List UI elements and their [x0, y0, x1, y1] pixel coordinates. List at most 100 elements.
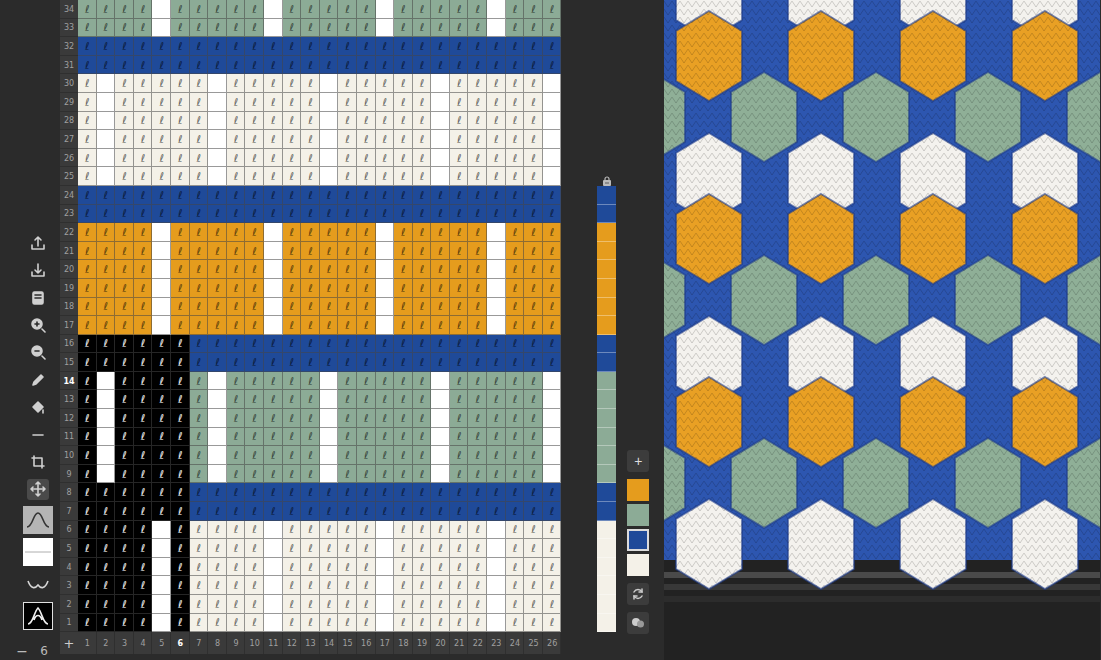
chart-cell[interactable]: ℓ [283, 74, 302, 93]
chart-cell[interactable]: ℓ [376, 37, 395, 56]
chart-cell[interactable]: ℓ [468, 558, 487, 577]
chart-cell[interactable]: ℓ [78, 483, 97, 502]
chart-cell[interactable]: ℓ [376, 502, 395, 521]
chart-cell[interactable]: ℓ [283, 205, 302, 224]
chart-cell[interactable]: ℓ [338, 390, 357, 409]
chart-cell[interactable]: ℓ [357, 465, 376, 484]
chart-cell[interactable]: ℓ [134, 390, 153, 409]
chart-cell[interactable]: ℓ [134, 595, 153, 614]
chart-cell[interactable]: ℓ [227, 595, 246, 614]
chart-cell[interactable]: ℓ [357, 614, 376, 633]
chart-cell[interactable]: ℓ [394, 372, 413, 391]
chart-cell[interactable] [543, 465, 562, 484]
chart-cell[interactable]: ℓ [357, 298, 376, 317]
chart-cell[interactable]: ℓ [524, 56, 543, 75]
chart-cell[interactable] [97, 428, 116, 447]
chart-cell[interactable]: ℓ [208, 19, 227, 38]
chart-cell[interactable]: ℓ [264, 335, 283, 354]
chart-cell[interactable]: ℓ [227, 390, 246, 409]
chart-cell[interactable] [376, 558, 395, 577]
chart-cell[interactable]: ℓ [524, 353, 543, 372]
chart-cell[interactable]: ℓ [190, 19, 209, 38]
chart-cell[interactable] [152, 595, 171, 614]
chart-cell[interactable]: ℓ [468, 149, 487, 168]
chart-cell[interactable]: ℓ [506, 74, 525, 93]
chart-cell[interactable]: ℓ [487, 186, 506, 205]
chart-cell[interactable]: ℓ [264, 483, 283, 502]
yarn-bar-cell[interactable] [597, 614, 616, 633]
chart-cell[interactable]: ℓ [320, 37, 339, 56]
chart-cell[interactable]: ℓ [245, 167, 264, 186]
chart-cell[interactable]: ℓ [468, 74, 487, 93]
chart-cell[interactable] [97, 130, 116, 149]
chart-cell[interactable]: ℓ [134, 19, 153, 38]
chart-cell[interactable]: ℓ [431, 576, 450, 595]
chart-cell[interactable]: ℓ [450, 390, 469, 409]
chart-cell[interactable]: ℓ [431, 260, 450, 279]
chart-cell[interactable]: ℓ [543, 242, 562, 261]
chart-cell[interactable]: ℓ [115, 130, 134, 149]
chart-cell[interactable]: ℓ [78, 260, 97, 279]
chart-cell[interactable]: ℓ [301, 130, 320, 149]
chart-cell[interactable]: ℓ [487, 390, 506, 409]
chart-cell[interactable]: ℓ [543, 521, 562, 540]
chart-cell[interactable]: ℓ [320, 186, 339, 205]
chart-cell[interactable] [97, 465, 116, 484]
chart-cell[interactable]: ℓ [190, 260, 209, 279]
chart-cell[interactable]: ℓ [227, 149, 246, 168]
chart-cell[interactable] [320, 372, 339, 391]
chart-cell[interactable]: ℓ [338, 37, 357, 56]
chart-cell[interactable]: ℓ [227, 0, 246, 19]
chart-cell[interactable]: ℓ [171, 93, 190, 112]
chart-cell[interactable]: ℓ [115, 186, 134, 205]
chart-cell[interactable]: ℓ [245, 19, 264, 38]
chart-cell[interactable]: ℓ [431, 502, 450, 521]
chart-cell[interactable]: ℓ [394, 316, 413, 335]
chart-cell[interactable]: ℓ [394, 205, 413, 224]
chart-cell[interactable]: ℓ [97, 614, 116, 633]
chart-cell[interactable]: ℓ [264, 502, 283, 521]
chart-cell[interactable]: ℓ [208, 614, 227, 633]
chart-cell[interactable]: ℓ [506, 558, 525, 577]
chart-cell[interactable] [431, 465, 450, 484]
chart-cell[interactable]: ℓ [134, 316, 153, 335]
chart-cell[interactable]: ℓ [431, 539, 450, 558]
chart-cell[interactable]: ℓ [115, 167, 134, 186]
chart-cell[interactable]: ℓ [264, 446, 283, 465]
chart-cell[interactable]: ℓ [208, 0, 227, 19]
chart-cell[interactable]: ℓ [320, 223, 339, 242]
chart-cell[interactable]: ℓ [320, 558, 339, 577]
yarn-bar-cell[interactable] [597, 186, 616, 205]
yarn-bar-cell[interactable] [597, 37, 616, 56]
chart-cell[interactable]: ℓ [357, 446, 376, 465]
chart-cell[interactable] [487, 521, 506, 540]
chart-cell[interactable] [320, 167, 339, 186]
chart-cell[interactable]: ℓ [450, 595, 469, 614]
chart-cell[interactable] [376, 595, 395, 614]
chart-cell[interactable]: ℓ [394, 502, 413, 521]
chart-cell[interactable]: ℓ [78, 112, 97, 131]
chart-cell[interactable]: ℓ [376, 335, 395, 354]
add-yarn-button[interactable]: + [627, 450, 649, 472]
chart-cell[interactable]: ℓ [283, 353, 302, 372]
chart-cell[interactable]: ℓ [227, 502, 246, 521]
chart-cell[interactable]: ℓ [487, 428, 506, 447]
chart-cell[interactable]: ℓ [450, 483, 469, 502]
chart-cell[interactable]: ℓ [208, 576, 227, 595]
chart-cell[interactable] [97, 167, 116, 186]
chart-cell[interactable]: ℓ [264, 112, 283, 131]
chart-cell[interactable]: ℓ [394, 279, 413, 298]
chart-cell[interactable]: ℓ [338, 576, 357, 595]
chart-cell[interactable] [376, 19, 395, 38]
chart-cell[interactable]: ℓ [190, 112, 209, 131]
chart-cell[interactable]: ℓ [394, 242, 413, 261]
chart-cell[interactable]: ℓ [376, 205, 395, 224]
chart-cell[interactable]: ℓ [134, 279, 153, 298]
chart-cell[interactable]: ℓ [245, 595, 264, 614]
chart-cell[interactable]: ℓ [171, 539, 190, 558]
yarn-bar-cell[interactable] [597, 74, 616, 93]
chart-cell[interactable]: ℓ [283, 614, 302, 633]
chart-cell[interactable]: ℓ [245, 112, 264, 131]
chart-cell[interactable]: ℓ [450, 298, 469, 317]
chart-cell[interactable]: ℓ [468, 595, 487, 614]
